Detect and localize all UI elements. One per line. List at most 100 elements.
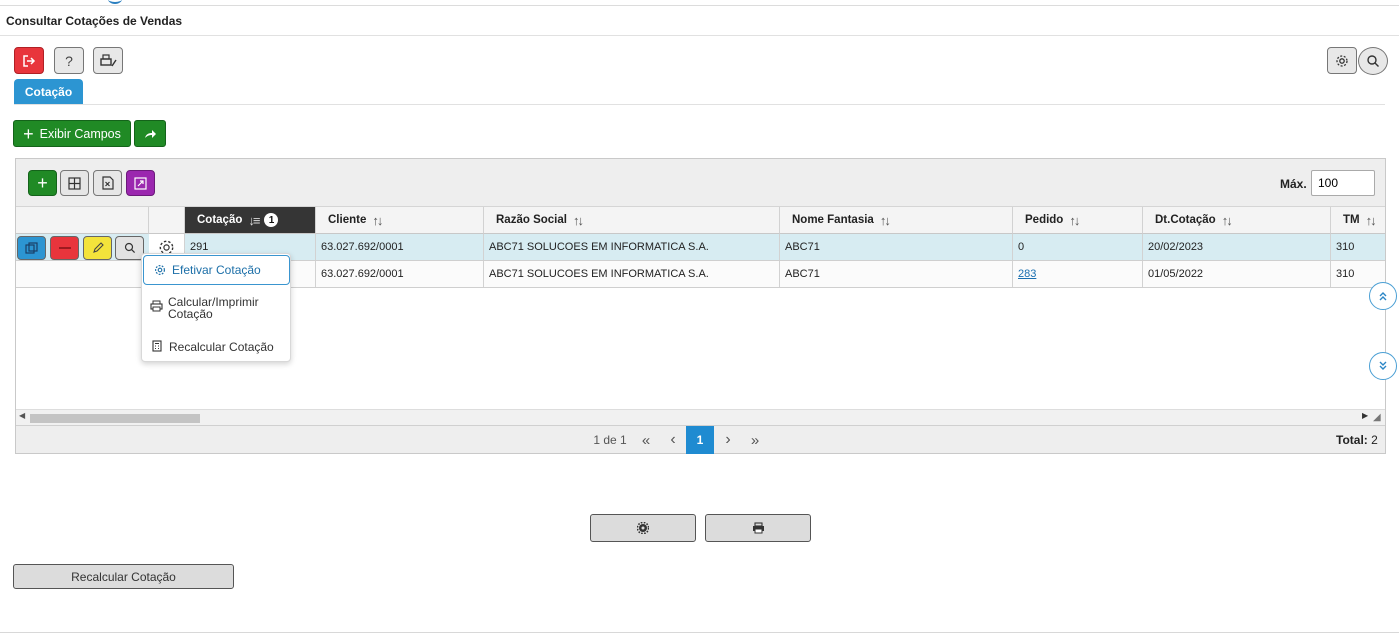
column-header-tm[interactable]: TM ↑↓	[1331, 207, 1385, 234]
edit-row-button[interactable]	[83, 236, 112, 260]
column-header-pedido[interactable]: Pedido ↑↓	[1013, 207, 1143, 234]
cell-cliente: 63.027.692/0001	[316, 234, 484, 260]
sort-icon: ↑↓	[1365, 212, 1377, 228]
copy-icon	[25, 241, 38, 254]
printer-edit-icon	[100, 53, 117, 66]
grid-icon	[68, 176, 81, 190]
grid-layout-button[interactable]	[60, 170, 89, 196]
pencil-icon	[92, 242, 104, 253]
exibir-campos-button[interactable]: + Exibir Campos	[13, 120, 131, 147]
total-label: Total:	[1336, 433, 1368, 447]
next-page-button[interactable]: ›	[719, 426, 737, 454]
menu-item-recalcular-cotacao[interactable]: Recalcular Cotação	[150, 340, 274, 354]
column-header-cliente[interactable]: Cliente ↑↓	[316, 207, 484, 234]
chevrons-down-icon	[1379, 361, 1387, 370]
max-label: Máx.	[1280, 177, 1307, 191]
sort-order-badge: 1	[264, 213, 279, 227]
cell-dt-cotacao: 01/05/2022	[1143, 261, 1331, 287]
title-divider	[0, 35, 1399, 36]
sort-icon: ↑↓	[1069, 212, 1080, 228]
sort-icon: ↑↓	[1221, 212, 1233, 228]
bottom-divider	[0, 632, 1399, 633]
row-context-menu: Efetivar Cotação Calcular/Imprimir Cotaç…	[141, 253, 291, 362]
sort-desc-icon: ↓≡	[248, 212, 260, 228]
plus-icon: +	[23, 123, 34, 144]
delete-row-button[interactable]	[50, 236, 79, 260]
menu-item-calcular-imprimir[interactable]: Calcular/Imprimir Cotação	[150, 296, 280, 320]
column-header-nome-fantasia[interactable]: Nome Fantasia ↑↓	[780, 207, 1013, 234]
add-row-button[interactable]: +	[28, 170, 57, 196]
scroll-up-button[interactable]	[1369, 282, 1397, 310]
column-label: Nome Fantasia	[792, 214, 874, 226]
search-button[interactable]	[1358, 47, 1388, 75]
print-button[interactable]	[705, 514, 811, 542]
gear-icon	[1336, 54, 1348, 67]
search-icon	[1367, 55, 1379, 67]
top-strip	[0, 0, 1399, 6]
sort-icon: ↑↓	[879, 212, 891, 228]
scroll-left-icon[interactable]: ◀	[19, 411, 25, 420]
pedido-link[interactable]: 283	[1018, 268, 1036, 280]
horizontal-scrollbar[interactable]: ◀ ▶ ◢	[16, 409, 1385, 425]
page-info: 1 de 1	[593, 433, 627, 447]
cell-dt-cotacao: 20/02/2023	[1143, 234, 1331, 260]
total-value: 2	[1371, 433, 1378, 447]
settings-button[interactable]	[1327, 47, 1357, 74]
scroll-right-icon[interactable]: ▶	[1362, 411, 1368, 420]
column-label: Pedido	[1025, 214, 1064, 226]
print-settings-button[interactable]	[93, 47, 123, 74]
recalcular-cotacao-button[interactable]: Recalcular Cotação	[13, 564, 234, 589]
page-title: Consultar Cotações de Vendas	[6, 14, 183, 28]
current-page-button[interactable]: 1	[686, 426, 714, 454]
plus-icon: +	[37, 172, 48, 193]
cell-tm: 310	[1336, 241, 1355, 253]
menu-item-label: Efetivar Cotação	[172, 263, 261, 277]
first-page-button[interactable]: «	[636, 426, 656, 454]
export-excel-button[interactable]	[93, 170, 122, 196]
prev-page-button[interactable]: ‹	[664, 426, 682, 454]
excel-icon	[101, 176, 114, 190]
scroll-thumb[interactable]	[30, 414, 200, 423]
cell-razao-social: ABC71 SOLUCOES EM INFORMATICA S.A.	[484, 261, 780, 287]
expand-button[interactable]	[126, 170, 155, 196]
share-arrow-icon	[145, 129, 156, 138]
view-row-button[interactable]	[115, 236, 144, 260]
copy-row-button[interactable]	[17, 236, 46, 260]
header-actions	[16, 207, 149, 234]
sort-icon: ↑↓	[372, 212, 383, 228]
max-input[interactable]	[1311, 170, 1375, 196]
magnifier-icon	[124, 242, 135, 254]
last-page-button[interactable]: »	[745, 426, 765, 454]
printer-icon	[752, 522, 764, 534]
expand-icon	[134, 176, 147, 190]
grid-toolbar: + Máx.	[16, 159, 1385, 207]
calculator-icon	[150, 340, 164, 352]
menu-item-efetivar-cotacao[interactable]: Efetivar Cotação	[143, 255, 290, 285]
exibir-campos-label: Exibir Campos	[39, 126, 121, 141]
cell-cliente: 63.027.692/0001	[316, 261, 484, 287]
help-button[interactable]: ?	[54, 47, 84, 74]
process-button[interactable]	[590, 514, 696, 542]
column-label: TM	[1343, 214, 1360, 226]
cell-pedido: 0	[1013, 234, 1143, 260]
column-header-cotacao[interactable]: Cotação ↓≡ 1	[185, 207, 316, 234]
gear-icon	[153, 264, 167, 276]
scroll-down-button[interactable]	[1369, 352, 1397, 380]
menu-item-label: Recalcular Cotação	[169, 340, 274, 354]
total-count: Total: 2	[1336, 426, 1386, 454]
tab-cotacao[interactable]: Cotação	[14, 79, 83, 104]
header-menu	[149, 207, 185, 234]
exit-icon	[23, 54, 36, 67]
column-header-dt-cotacao[interactable]: Dt.Cotação ↑↓	[1143, 207, 1331, 234]
cell-nome-fantasia: ABC71	[780, 234, 1013, 260]
resize-handle-icon[interactable]: ◢	[1373, 412, 1381, 423]
menu-item-label: Calcular/Imprimir Cotação	[168, 295, 259, 321]
column-label: Dt.Cotação	[1155, 214, 1216, 226]
share-button[interactable]	[134, 120, 166, 147]
chevrons-up-icon	[1379, 292, 1387, 301]
column-label: Razão Social	[496, 214, 567, 226]
sort-icon: ↑↓	[572, 212, 584, 228]
exit-button[interactable]	[14, 47, 44, 74]
gear-icon	[637, 522, 649, 534]
column-header-razao-social[interactable]: Razão Social ↑↓	[484, 207, 780, 234]
